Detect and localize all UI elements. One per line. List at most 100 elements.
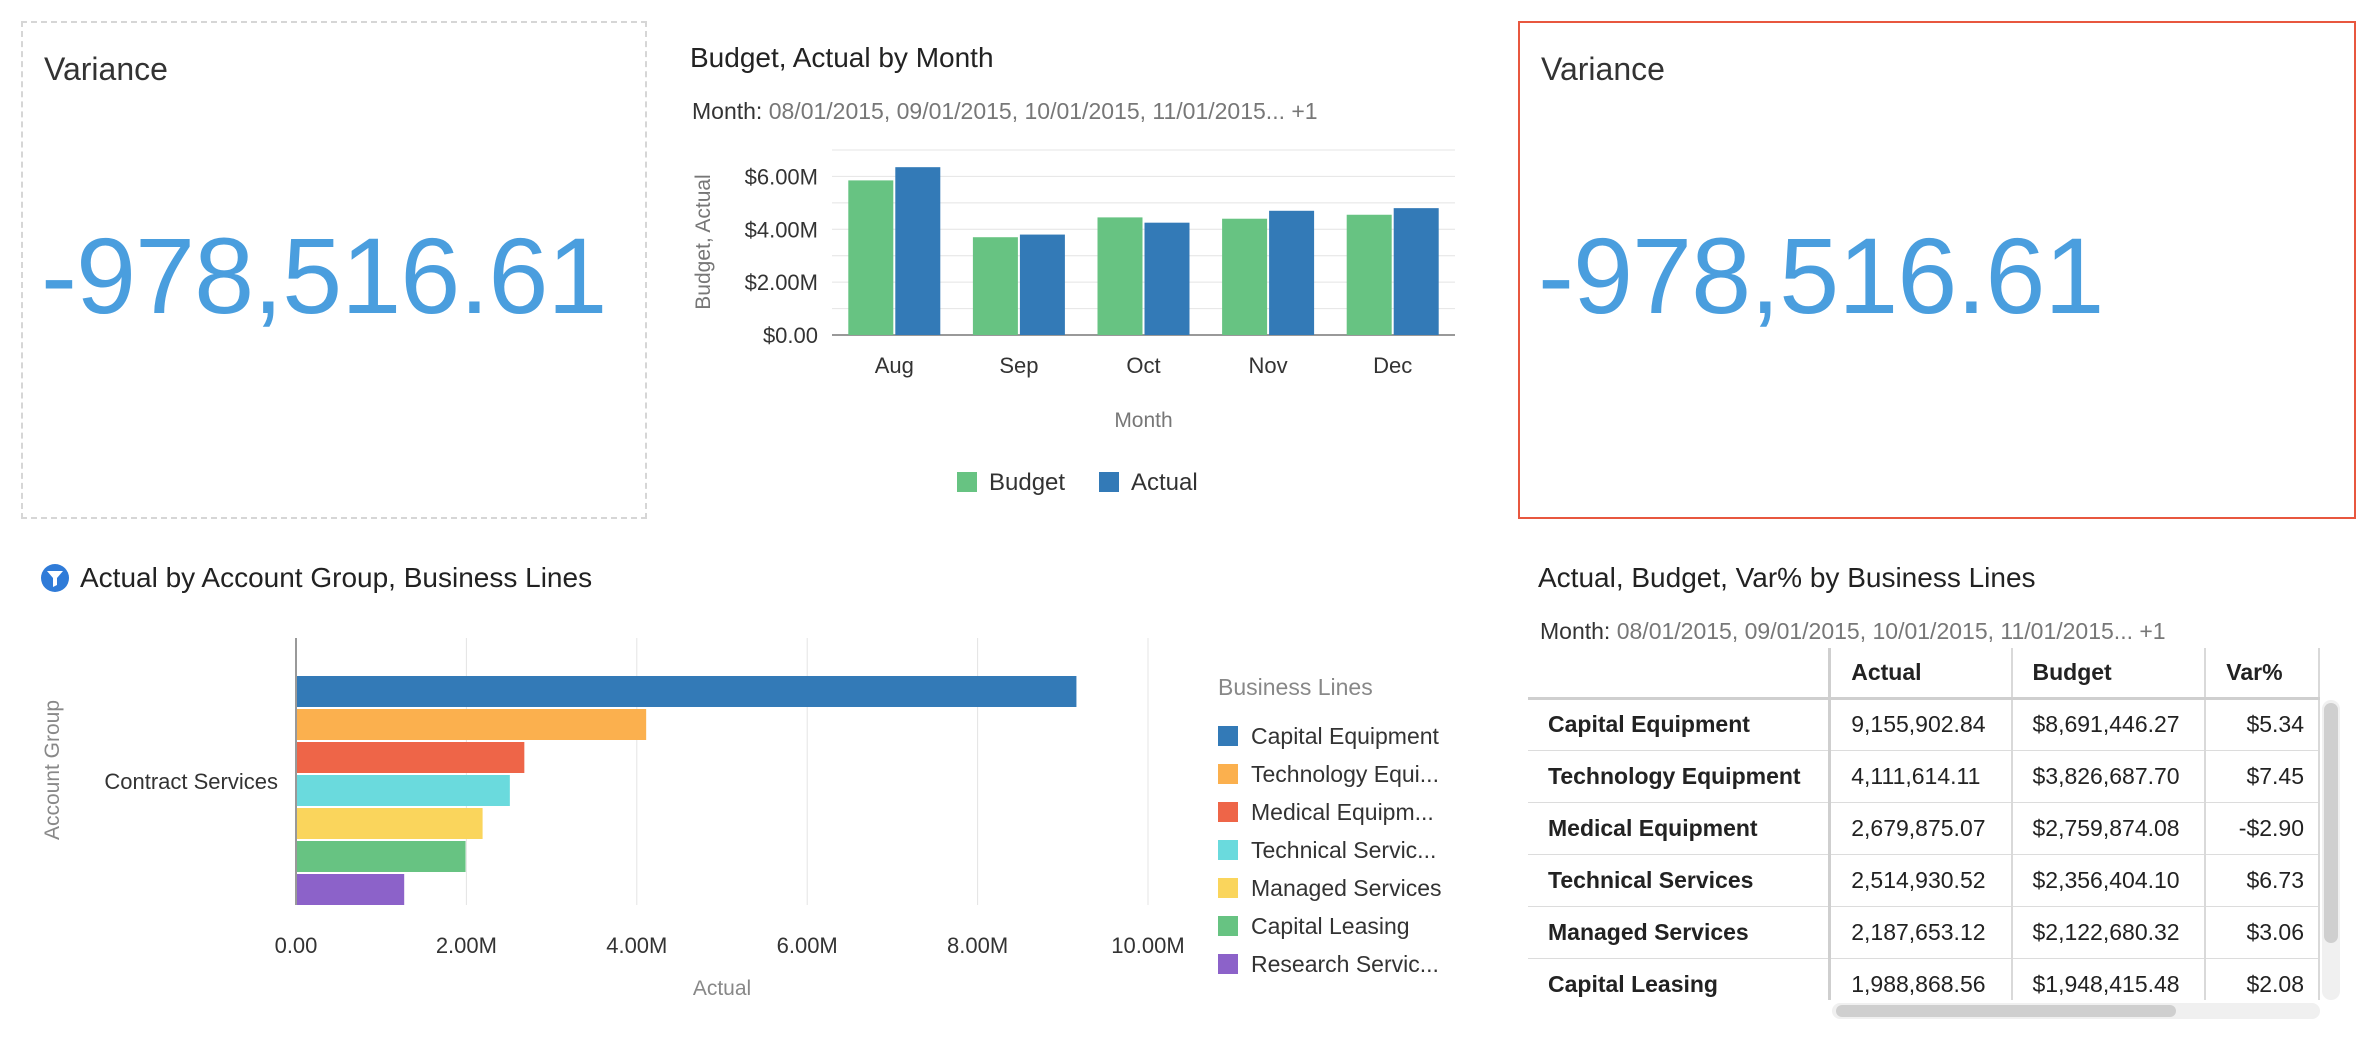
table-header-budget[interactable]: Budget	[2011, 648, 2207, 700]
var-cell: -$2.90	[2205, 802, 2320, 855]
y-axis-label: Account Group	[41, 700, 64, 840]
x-tick-label: 8.00M	[947, 933, 1008, 958]
variance-tile-left[interactable]: Variance -978,516.61	[21, 21, 647, 519]
bar-technical-servic-	[297, 775, 510, 806]
x-tick-label: Dec	[1373, 353, 1412, 378]
legend-label: Medical Equipm...	[1251, 799, 1434, 825]
legend-swatch	[1218, 878, 1238, 898]
table-row[interactable]: Medical Equipment 2,679,875.07 $2,759,87…	[1528, 802, 2320, 855]
y-tick-label: $0.00	[763, 323, 818, 348]
filter-icon[interactable]	[40, 563, 70, 593]
legend-label-budget: Budget	[989, 469, 1065, 496]
budget-cell: $2,122,680.32	[2011, 906, 2207, 959]
legend-swatch-actual	[1099, 472, 1119, 492]
filter-label: Month:	[692, 98, 763, 124]
filter-value: 08/01/2015, 09/01/2015, 10/01/2015, 11/0…	[768, 98, 1318, 124]
bar-budget-aug	[848, 180, 894, 335]
legend-label: Research Servic...	[1251, 951, 1439, 977]
var-cell: $2.08	[2205, 958, 2320, 1000]
account-group-title: Actual by Account Group, Business Lines	[80, 562, 593, 593]
y-tick-label: $2.00M	[745, 270, 818, 295]
actual-cell: 4,111,614.11	[1829, 750, 2013, 803]
budget-actual-title: Budget, Actual by Month	[690, 42, 994, 73]
bar-managed-services	[297, 808, 483, 839]
table-filter[interactable]: Month: 08/01/2015, 09/01/2015, 10/01/201…	[1540, 618, 2166, 645]
y-tick-label: $6.00M	[745, 164, 818, 189]
vertical-scrollbar-thumb[interactable]	[2324, 703, 2338, 943]
var-cell: $3.06	[2205, 906, 2320, 959]
x-tick-label: 2.00M	[436, 933, 497, 958]
actual-cell: 1,988,868.56	[1829, 958, 2013, 1000]
legend-swatch	[1218, 764, 1238, 784]
actual-cell: 2,187,653.12	[1829, 906, 2013, 959]
kpi-value: -978,516.61	[1538, 215, 2104, 336]
table-header-var[interactable]: Var%	[2205, 648, 2320, 700]
actual-cell: 2,679,875.07	[1829, 802, 2013, 855]
row-label: Technical Services	[1528, 854, 1832, 907]
table-row[interactable]: Technology Equipment 4,111,614.11 $3,826…	[1528, 750, 2320, 803]
bar-actual-nov	[1269, 210, 1315, 335]
x-tick-label: 6.00M	[777, 933, 838, 958]
bar-research-servic-	[297, 874, 405, 905]
legend-label: Technical Servic...	[1251, 837, 1436, 863]
row-label: Capital Leasing	[1528, 958, 1832, 1000]
x-tick-label: 4.00M	[606, 933, 667, 958]
kpi-value: -978,516.61	[41, 215, 607, 336]
variance-tile-right[interactable]: Variance -978,516.61	[1518, 21, 2356, 519]
budget-cell: $1,948,415.48	[2011, 958, 2207, 1000]
row-label: Technology Equipment	[1528, 750, 1832, 803]
bar-actual-dec	[1393, 208, 1439, 335]
x-tick-label: Nov	[1249, 353, 1288, 378]
legend-swatch	[1218, 840, 1238, 860]
account-group-chart[interactable]: 0.00 2.00M 4.00M 6.00M 8.00M 10.00M Actual Acco…	[30, 620, 1500, 1030]
legend-label: Capital Leasing	[1251, 913, 1410, 939]
budget-actual-chart[interactable]: $0.00 $2.00M $4.00M $6.00M Budget, Actual Aug…	[680, 130, 1480, 510]
filter-value: 08/01/2015, 09/01/2015, 10/01/2015, 11/0…	[1616, 618, 2166, 644]
x-tick-label: Sep	[999, 353, 1038, 378]
x-axis-label: Month	[1114, 409, 1172, 432]
bar-medical-equipm-	[297, 742, 525, 773]
table-header-actual[interactable]: Actual	[1829, 648, 2013, 700]
actual-cell: 9,155,902.84	[1829, 698, 2013, 751]
table-row[interactable]: Managed Services 2,187,653.12 $2,122,680…	[1528, 906, 2320, 959]
table-row[interactable]: Capital Equipment 9,155,902.84 $8,691,44…	[1528, 698, 2320, 751]
bar-budget-dec	[1346, 214, 1392, 335]
budget-cell: $2,356,404.10	[2011, 854, 2207, 907]
horizontal-scrollbar-thumb[interactable]	[1836, 1005, 2176, 1017]
legend-label: Managed Services	[1251, 875, 1442, 901]
legend-swatch	[1218, 726, 1238, 746]
budget-cell: $2,759,874.08	[2011, 802, 2207, 855]
var-cell: $7.45	[2205, 750, 2320, 803]
budget-actual-filter[interactable]: Month: 08/01/2015, 09/01/2015, 10/01/201…	[692, 98, 1318, 125]
budget-cell: $8,691,446.27	[2011, 698, 2207, 751]
y-tick-label: Contract Services	[104, 769, 278, 794]
budget-cell: $3,826,687.70	[2011, 750, 2207, 803]
table-header-corner	[1528, 648, 1832, 700]
bar-actual-aug	[895, 167, 941, 335]
bar-actual-sep	[1019, 234, 1065, 335]
bar-budget-oct	[1097, 217, 1143, 335]
filter-label: Month:	[1540, 618, 1611, 644]
legend-swatch	[1218, 802, 1238, 822]
legend-swatch	[1218, 954, 1238, 974]
bar-technology-equi-	[297, 709, 647, 740]
legend-label-actual: Actual	[1131, 469, 1198, 496]
bar-budget-nov	[1222, 218, 1268, 335]
table-row[interactable]: Technical Services 2,514,930.52 $2,356,4…	[1528, 854, 2320, 907]
var-cell: $5.34	[2205, 698, 2320, 751]
bar-actual-oct	[1144, 222, 1190, 335]
row-label: Medical Equipment	[1528, 802, 1832, 855]
table-title: Actual, Budget, Var% by Business Lines	[1538, 562, 2036, 593]
x-tick-label: 10.00M	[1111, 933, 1184, 958]
bar-capital-leasing	[297, 841, 466, 872]
row-label: Managed Services	[1528, 906, 1832, 959]
row-label: Capital Equipment	[1528, 698, 1832, 751]
var-cell: $6.73	[2205, 854, 2320, 907]
table-row[interactable]: Capital Leasing 1,988,868.56 $1,948,415.…	[1528, 958, 2320, 1000]
x-axis-label: Actual	[693, 977, 751, 1000]
actual-cell: 2,514,930.52	[1829, 854, 2013, 907]
x-tick-label: 0.00	[275, 933, 318, 958]
pivot-table[interactable]: Actual Budget Var% Capital Equipment 9,1…	[1528, 648, 2320, 1000]
bar-budget-sep	[972, 237, 1018, 335]
x-tick-label: Oct	[1126, 353, 1160, 378]
